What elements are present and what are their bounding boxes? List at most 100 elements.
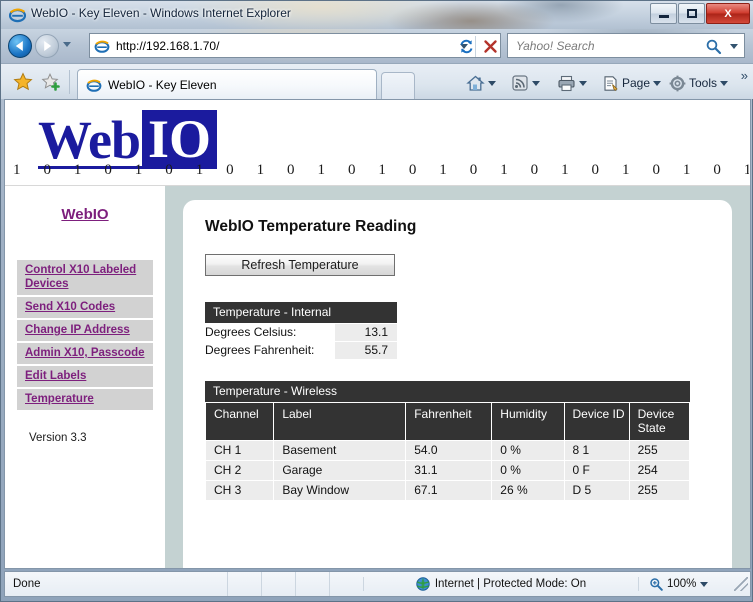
printer-icon (558, 75, 575, 91)
celsius-label: Degrees Celsius: (205, 325, 297, 339)
tools-menu-button[interactable]: Tools (669, 72, 729, 94)
sidebar-title: WebIO (61, 206, 109, 223)
browser-window: WebIO - Key Eleven - Windows Internet Ex… (0, 0, 753, 602)
forward-button[interactable] (35, 34, 59, 58)
navigation-bar: http://192.168.1.70/ Yahoo! Search (1, 29, 753, 63)
status-segment (261, 572, 295, 596)
gear-icon (669, 75, 686, 91)
tab-favicon-icon (86, 79, 102, 92)
feeds-button[interactable] (511, 72, 540, 94)
sidebar-item-temperature[interactable]: Temperature (17, 389, 153, 410)
zoom-dropdown-icon[interactable] (700, 581, 709, 587)
table-row: CH 3 Bay Window 67.1 26 % D 5 255 (206, 481, 689, 500)
fahrenheit-value: 55.7 (335, 342, 397, 359)
sidebar-item-admin-x10-passcode[interactable]: Admin X10, Passcode (17, 343, 153, 364)
page-title: WebIO Temperature Reading (205, 218, 417, 235)
internal-temperature-table: Temperature - Internal Degrees Celsius: … (205, 302, 397, 359)
back-button[interactable] (8, 34, 32, 58)
window-controls: X (650, 3, 750, 24)
fahrenheit-label: Degrees Fahrenheit: (205, 343, 315, 357)
column-header-humidity: Humidity (492, 403, 564, 440)
logo-io-text: IO (142, 110, 218, 169)
status-message: Done (13, 578, 41, 590)
content-area: WebIO Temperature Reading Refresh Temper… (165, 186, 750, 568)
sidebar-nav: Control X10 Labeled Devices Send X10 Cod… (5, 260, 165, 410)
page-menu-button[interactable]: Page (602, 72, 662, 94)
minimize-button[interactable] (650, 3, 677, 24)
search-input[interactable]: Yahoo! Search (516, 39, 595, 53)
tab-bar: WebIO - Key Eleven Page Tools » (1, 63, 753, 99)
table-row: CH 1 Basement 54.0 0 % 8 1 255 (206, 441, 689, 460)
stop-button[interactable] (479, 35, 501, 57)
toolbar-divider (69, 70, 70, 94)
favorites-star-icon[interactable] (13, 72, 33, 92)
wireless-temperature-table: Channel Label Fahrenheit Humidity Device… (205, 402, 690, 501)
sidebar-item-edit-labels[interactable]: Edit Labels (17, 366, 153, 387)
window-title: WebIO - Key Eleven - Windows Internet Ex… (31, 6, 291, 20)
sidebar-item-control-x10[interactable]: Control X10 Labeled Devices (17, 260, 153, 295)
zoom-control[interactable]: 100% (638, 577, 750, 591)
table-header-row: Channel Label Fahrenheit Humidity Device… (206, 403, 689, 440)
cell-fahrenheit: 67.1 (406, 481, 492, 500)
address-bar[interactable]: http://192.168.1.70/ (89, 33, 501, 58)
cell-fahrenheit: 54.0 (406, 441, 492, 460)
sidebar-item-send-x10-codes[interactable]: Send X10 Codes (17, 297, 153, 318)
print-button[interactable] (557, 72, 587, 94)
site-logo: Web IO (38, 110, 218, 170)
logo-web-text: Web (38, 110, 143, 170)
cell-label: Basement (274, 441, 406, 460)
internet-explorer-icon (9, 8, 26, 23)
cell-label: Garage (274, 461, 406, 480)
restore-button[interactable] (678, 3, 705, 24)
tab-label: WebIO - Key Eleven (108, 77, 217, 92)
search-box[interactable]: Yahoo! Search (507, 33, 745, 58)
refresh-icon (460, 39, 472, 53)
sidebar: WebIO Control X10 Labeled Devices Send X… (5, 186, 165, 568)
celsius-value: 13.1 (335, 324, 397, 341)
cell-channel: CH 3 (206, 481, 274, 500)
add-to-favorites-icon[interactable] (41, 72, 61, 92)
internal-table-caption: Temperature - Internal (205, 302, 397, 323)
refresh-temperature-button[interactable]: Refresh Temperature (205, 254, 395, 276)
page-body: WebIO Control X10 Labeled Devices Send X… (5, 186, 750, 568)
home-button[interactable] (466, 72, 496, 94)
cell-device-state: 255 (629, 481, 689, 500)
status-bar: Done Internet | Protected Mode: On 100% (4, 571, 751, 597)
resize-grip[interactable] (734, 577, 748, 591)
sidebar-item-change-ip-address[interactable]: Change IP Address (17, 320, 153, 341)
chevron-down-icon[interactable] (63, 42, 71, 47)
search-dropdown-icon[interactable] (730, 44, 738, 49)
page-favicon-icon (94, 40, 110, 53)
feeds-dropdown-icon[interactable] (532, 80, 540, 86)
zoom-magnifier-icon (650, 578, 663, 591)
tab-webio[interactable]: WebIO - Key Eleven (77, 69, 377, 99)
content-panel: WebIO Temperature Reading Refresh Temper… (183, 200, 732, 568)
page-dropdown-icon[interactable] (653, 80, 662, 86)
search-icon[interactable] (705, 38, 722, 55)
home-dropdown-icon[interactable] (488, 80, 496, 86)
print-dropdown-icon[interactable] (579, 80, 587, 86)
new-tab-button[interactable] (381, 72, 415, 99)
globe-icon (416, 577, 430, 591)
cell-fahrenheit: 31.1 (406, 461, 492, 480)
close-button[interactable]: X (706, 3, 750, 24)
security-zone-indicator[interactable]: Internet | Protected Mode: On (363, 577, 638, 591)
column-header-device-id: Device ID (564, 403, 629, 440)
toolbar-overflow-button[interactable]: » (741, 68, 748, 83)
status-segment (227, 572, 261, 596)
address-bar-url: http://192.168.1.70/ (116, 38, 220, 53)
cell-channel: CH 2 (206, 461, 274, 480)
binary-decoration-strip: 1 0 1 0 1 0 1 0 1 0 1 0 1 0 1 0 1 0 1 0 … (13, 162, 749, 178)
cell-channel: CH 1 (206, 441, 274, 460)
refresh-button[interactable] (455, 35, 477, 57)
rss-feed-icon (512, 75, 528, 91)
site-header: Web IO 1 0 1 0 1 0 1 0 1 0 1 0 1 0 1 0 1… (5, 100, 750, 186)
cell-device-id: 8 1 (564, 441, 629, 460)
security-zone-label: Internet | Protected Mode: On (434, 578, 587, 590)
column-header-channel: Channel (206, 403, 274, 440)
page-menu-label: Page (622, 76, 651, 90)
tools-dropdown-icon[interactable] (720, 80, 729, 86)
version-label: Version 3.3 (29, 432, 87, 444)
cell-humidity: 26 % (492, 481, 564, 500)
column-header-label: Label (274, 403, 406, 440)
